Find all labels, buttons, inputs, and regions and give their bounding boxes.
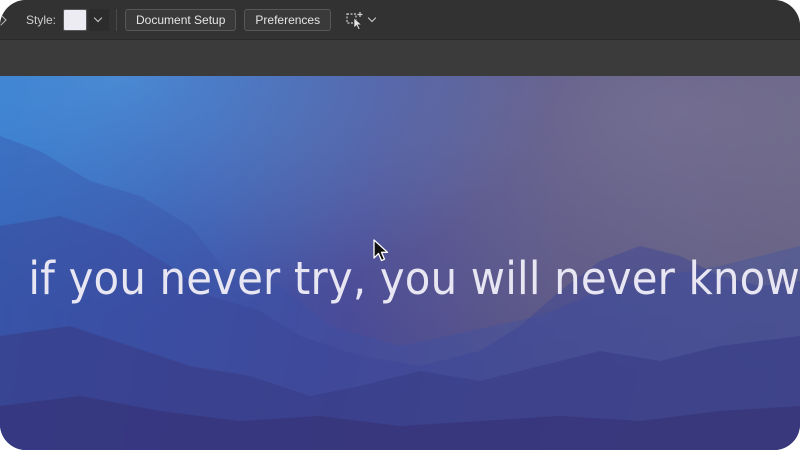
quote-text[interactable]: if you never try, you will never know. [28, 252, 800, 305]
document-tab-bar [0, 40, 800, 76]
mouse-cursor-icon [373, 239, 389, 262]
toolbar-divider [116, 8, 118, 31]
preferences-button[interactable]: Preferences [244, 8, 332, 31]
artboard-canvas[interactable]: if you never try, you will never know. [0, 76, 800, 450]
app-window: Style: Document Setup Preferences if you… [0, 0, 800, 450]
style-dropdown-chevron-icon[interactable] [89, 8, 110, 31]
style-label: Style: [26, 12, 57, 27]
style-swatch[interactable] [63, 8, 88, 31]
control-toolbar: Style: Document Setup Preferences [0, 0, 800, 40]
arrange-documents-icon[interactable] [345, 9, 367, 31]
arrange-dropdown-chevron-icon[interactable] [367, 9, 381, 31]
toolbar-overflow-chevron-icon[interactable] [0, 0, 10, 40]
document-setup-button[interactable]: Document Setup [125, 8, 237, 31]
